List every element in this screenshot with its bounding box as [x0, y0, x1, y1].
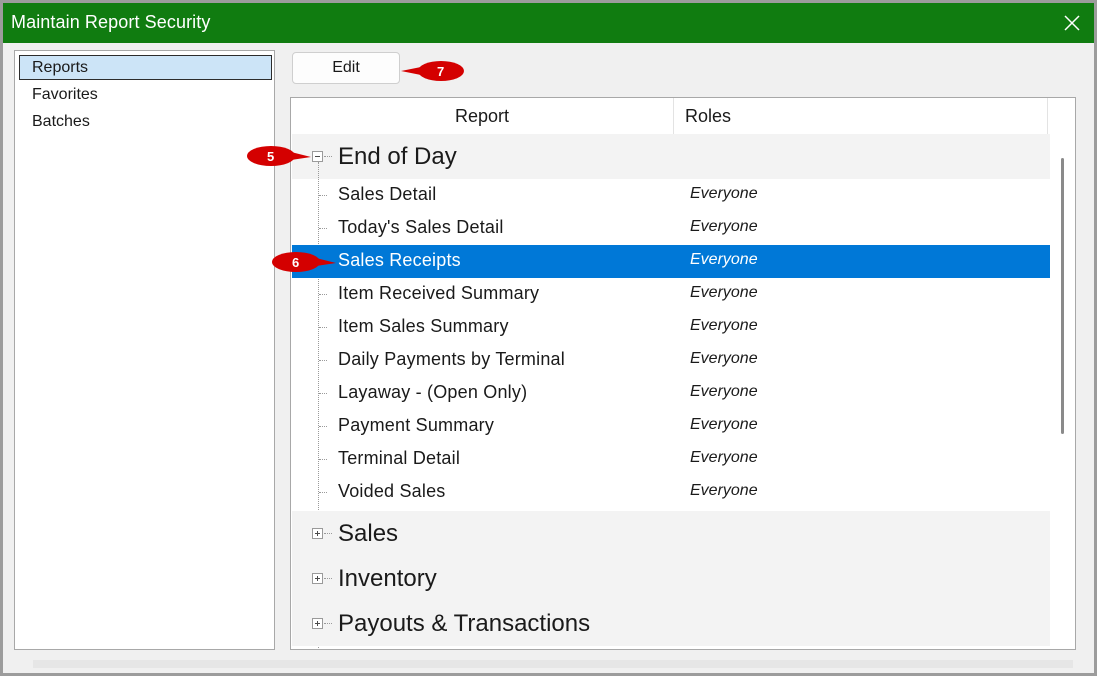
report-role: Everyone — [690, 251, 758, 268]
grid-header: Report Roles — [291, 98, 1075, 134]
report-role: Everyone — [690, 449, 758, 466]
report-row[interactable]: Payment Summary Everyone — [292, 410, 1050, 443]
report-row[interactable]: Daily Payments by Terminal Everyone — [292, 344, 1050, 377]
callout-number: 7 — [437, 64, 445, 79]
tree-connector — [319, 393, 327, 394]
report-name: Terminal Detail — [338, 448, 461, 468]
tree-connector — [319, 294, 327, 295]
report-role: Everyone — [690, 284, 758, 301]
group-title: End of Day — [338, 143, 457, 170]
group-title: Payouts & Transactions — [338, 610, 591, 637]
nav-item-batches[interactable]: Batches — [19, 109, 272, 134]
report-security-window: Maintain Report Security Reports Favorit… — [0, 0, 1097, 676]
tree-connector — [319, 195, 327, 196]
close-icon — [1064, 15, 1080, 31]
report-role: Everyone — [690, 350, 758, 367]
callout-marker-5: 5 — [245, 144, 325, 168]
callout-marker-7: 7 — [399, 59, 479, 83]
report-name: Sales Detail — [338, 184, 437, 204]
report-row[interactable]: Layaway - (Open Only) Everyone — [292, 377, 1050, 410]
tree-connector — [319, 327, 327, 328]
report-row[interactable]: Voided Sales Everyone — [292, 476, 1050, 509]
column-header-roles[interactable]: Roles — [674, 98, 1048, 134]
tree-connector — [319, 228, 327, 229]
report-row[interactable]: Item Sales Summary Everyone — [292, 311, 1050, 344]
expand-toggle-icon[interactable] — [312, 618, 323, 629]
report-row[interactable]: Sales Detail Everyone — [292, 179, 1050, 212]
group-row-inventory[interactable]: Inventory — [292, 556, 1050, 601]
callout-marker-6: 6 — [270, 250, 350, 274]
tree-connector — [324, 623, 332, 624]
tree-connector — [324, 156, 332, 157]
column-header-report[interactable]: Report — [291, 98, 674, 134]
group-row-payouts-transactions[interactable]: Payouts & Transactions — [292, 601, 1050, 646]
report-role: Everyone — [690, 416, 758, 433]
scrollbar-thumb[interactable] — [1061, 158, 1064, 434]
report-row[interactable]: Item Received Summary Everyone — [292, 278, 1050, 311]
group-title: Inventory — [338, 565, 437, 592]
report-row[interactable]: Today's Sales Detail Everyone — [292, 212, 1050, 245]
tree-connector — [319, 426, 327, 427]
vertical-scrollbar[interactable] — [1051, 134, 1075, 649]
close-button[interactable] — [1050, 3, 1094, 43]
group-title: Sales — [338, 520, 399, 547]
tree-connector — [319, 360, 327, 361]
report-role: Everyone — [690, 185, 758, 202]
report-name: Sales Receipts — [338, 250, 461, 270]
tree-connector — [319, 492, 327, 493]
nav-item-reports[interactable]: Reports — [19, 55, 272, 80]
report-role: Everyone — [690, 482, 758, 499]
report-grid: Report Roles End of Day Sales Detail Eve… — [290, 97, 1076, 650]
edit-button[interactable]: Edit — [292, 52, 400, 84]
callout-number: 5 — [267, 149, 275, 164]
report-name: Layaway - (Open Only) — [338, 382, 528, 402]
report-name: Payment Summary — [338, 415, 495, 435]
callout-number: 6 — [292, 255, 300, 270]
tree-connector — [319, 459, 327, 460]
report-role: Everyone — [690, 317, 758, 334]
report-category-list: Reports Favorites Batches — [14, 50, 275, 650]
tree-connector — [324, 533, 332, 534]
callout-arrow-icon — [247, 146, 311, 166]
report-role: Everyone — [690, 218, 758, 235]
nav-item-favorites[interactable]: Favorites — [19, 82, 272, 107]
bottom-strip — [33, 660, 1073, 668]
report-row[interactable]: Terminal Detail Everyone — [292, 443, 1050, 476]
report-name: Daily Payments by Terminal — [338, 349, 565, 369]
window-title: Maintain Report Security — [11, 12, 211, 32]
report-name: Item Sales Summary — [338, 316, 509, 336]
report-name: Voided Sales — [338, 481, 446, 501]
report-name: Today's Sales Detail — [338, 217, 504, 237]
report-row-selected[interactable]: Sales Receipts Everyone — [292, 245, 1050, 278]
callout-arrow-icon — [272, 252, 336, 272]
tree-connector — [324, 578, 332, 579]
expand-toggle-icon[interactable] — [312, 573, 323, 584]
group-row-end-of-day[interactable]: End of Day — [292, 134, 1050, 179]
report-role: Everyone — [690, 383, 758, 400]
expand-toggle-icon[interactable] — [312, 528, 323, 539]
title-bar: Maintain Report Security — [3, 3, 1094, 43]
group-row-sales[interactable]: Sales — [292, 511, 1050, 556]
report-name: Item Received Summary — [338, 283, 540, 303]
